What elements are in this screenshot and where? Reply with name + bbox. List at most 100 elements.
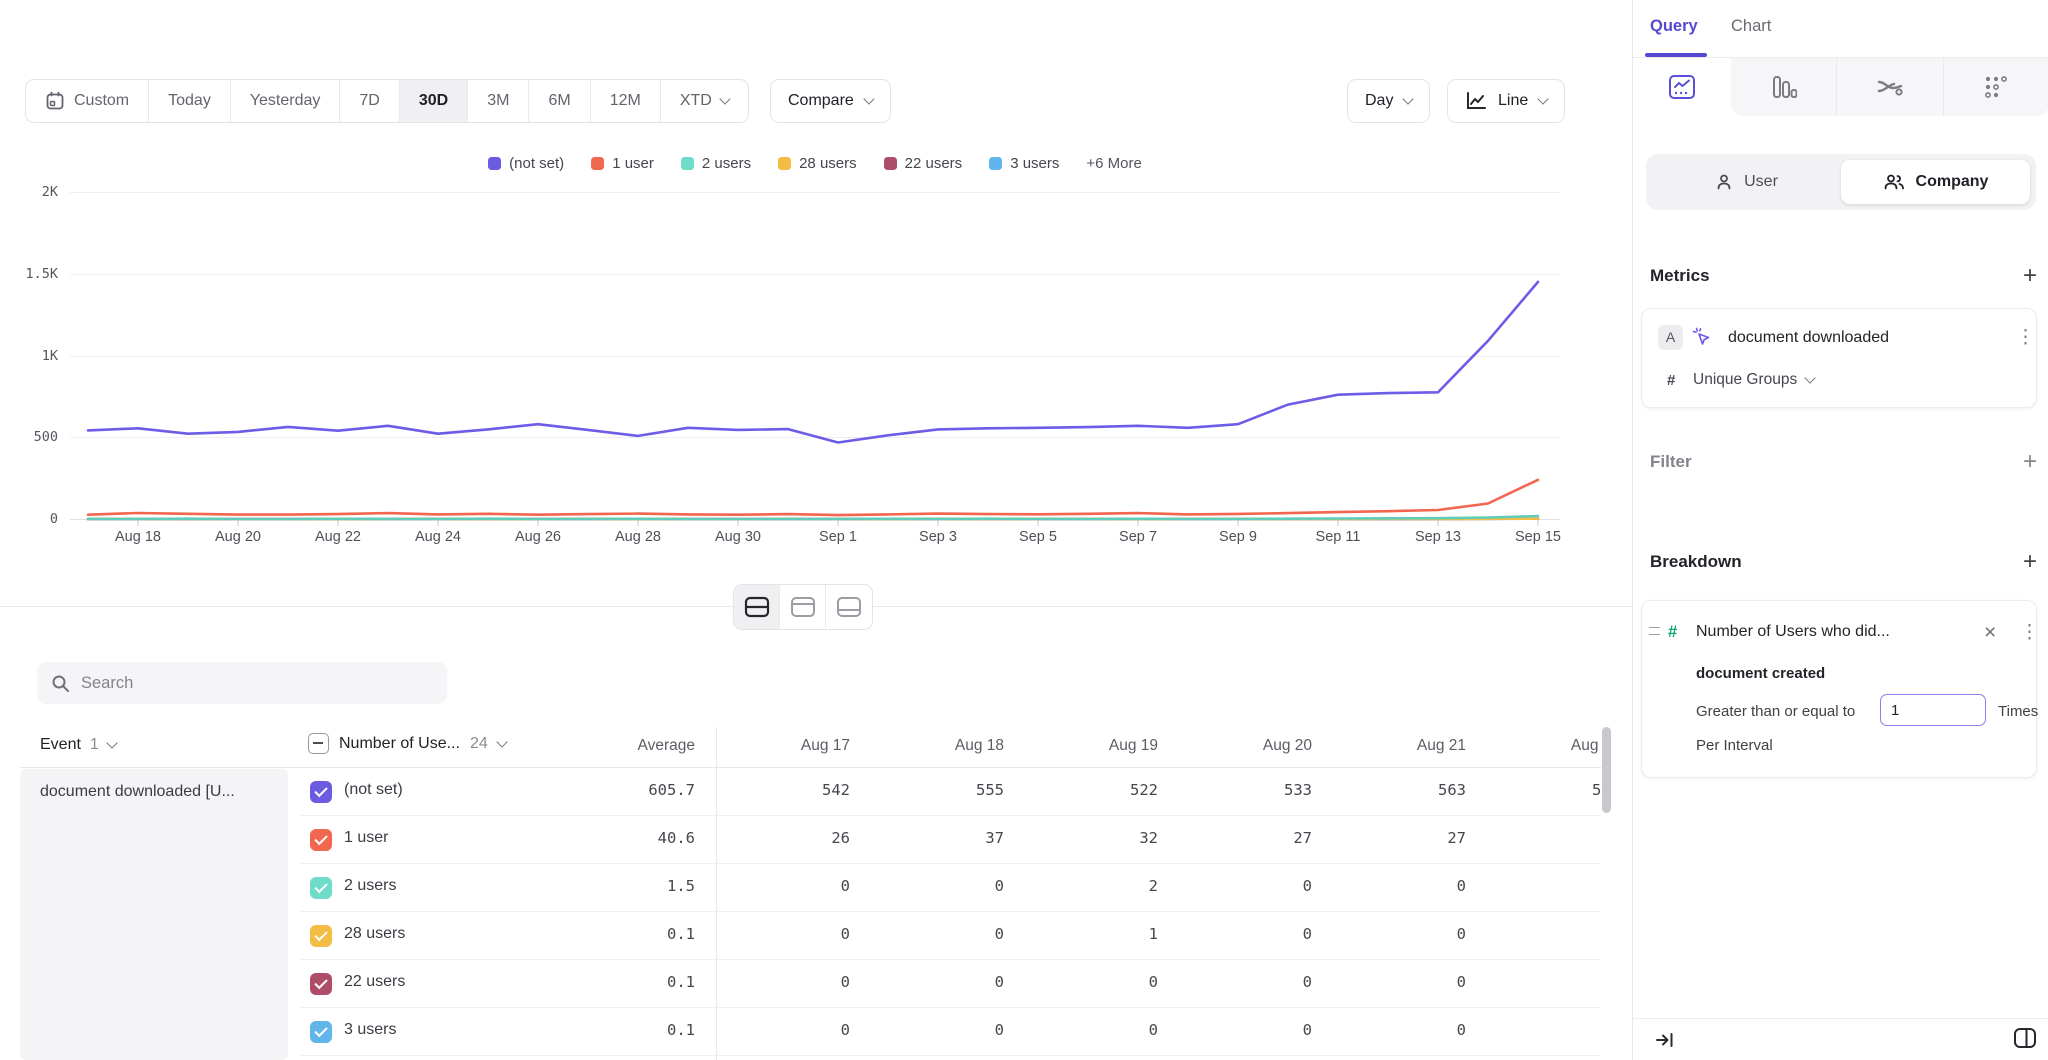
series-checkbox[interactable] (310, 829, 332, 851)
chart-type-line-button[interactable] (1633, 58, 1731, 116)
drag-handle-icon[interactable] (1649, 627, 1660, 635)
add-filter-icon[interactable] (2019, 448, 2041, 476)
y-axis-tick-label: 500 (6, 429, 58, 445)
table-scrollbar[interactable] (1602, 727, 1611, 813)
date-range-30d[interactable]: 30D (400, 80, 468, 122)
measure-dropdown[interactable]: Unique Groups (1693, 371, 1814, 389)
breakdown-title[interactable]: Number of Users who did... (1696, 623, 1890, 641)
legend-item[interactable]: 3 users (989, 155, 1059, 172)
close-icon[interactable] (1984, 622, 1996, 643)
date-range-3m[interactable]: 3M (468, 80, 529, 122)
chart-only-view-button[interactable] (780, 585, 826, 629)
breakdown-section-title: Breakdown (1650, 552, 1742, 572)
chart-type-dropdown[interactable]: Line (1447, 79, 1565, 123)
data-value: 0 (1490, 973, 1601, 991)
y-axis-tick-label: 1.5K (6, 266, 58, 282)
column-header-average: Average (555, 737, 695, 755)
date-range-label: 6M (548, 92, 570, 110)
data-value: 0 (1182, 973, 1312, 991)
interval-dropdown[interactable]: Day (1347, 79, 1430, 123)
series-checkbox[interactable] (310, 877, 332, 899)
tab-chart[interactable]: Chart (1731, 17, 1771, 36)
flow-chart-icon (1876, 75, 1904, 99)
data-value: 0 (1336, 973, 1466, 991)
panel-layout-button[interactable] (2013, 1027, 2037, 1054)
legend-more[interactable]: +6 More (1086, 155, 1141, 172)
active-tab-underline (1645, 53, 1707, 57)
condition-label: Greater than or equal to (1696, 703, 1855, 720)
series-checkbox[interactable] (310, 925, 332, 947)
date-range-6m[interactable]: 6M (529, 80, 590, 122)
collapse-panel-button[interactable] (1655, 1030, 1675, 1055)
split-view-button[interactable] (734, 585, 780, 629)
divider (1633, 1018, 2048, 1019)
scope-company-label: Company (1916, 173, 1989, 191)
y-axis-tick-label: 1K (6, 348, 58, 364)
split-panel-icon (2013, 1027, 2037, 1049)
legend-item[interactable]: 22 users (884, 155, 963, 172)
date-range-today[interactable]: Today (149, 80, 231, 122)
search-input[interactable] (81, 674, 421, 693)
data-value: 563 (1336, 781, 1466, 799)
data-value: 0 (1182, 1021, 1312, 1039)
date-range-yesterday[interactable]: Yesterday (231, 80, 341, 122)
x-axis-tick-label: Sep 13 (1393, 529, 1483, 545)
date-range-label: 3M (487, 92, 509, 110)
add-metric-icon[interactable] (2019, 262, 2041, 290)
breakdown-event-name[interactable]: document created (1696, 665, 1825, 682)
condition-value-input[interactable] (1880, 694, 1986, 726)
table-row: 3 users0.1000000 (300, 1008, 1601, 1056)
chart-type-scatter-button[interactable] (1943, 58, 2048, 116)
metric-event-name[interactable]: document downloaded (1728, 329, 1889, 347)
compare-button[interactable]: Compare (770, 79, 891, 123)
event-column-header[interactable]: Event 1 (40, 736, 116, 754)
series-checkbox[interactable] (310, 973, 332, 995)
average-value: 40.6 (565, 829, 695, 847)
x-axis-tick-label: Aug 22 (293, 529, 383, 545)
breakdown-options-icon[interactable] (2020, 623, 2039, 642)
data-value: 26 (720, 829, 850, 847)
line-chart-icon (1465, 91, 1487, 111)
legend-item[interactable]: 28 users (778, 155, 857, 172)
legend-swatch (778, 157, 791, 170)
scatter-grid-icon (1983, 74, 2009, 100)
chart-type-flow-button[interactable] (1836, 58, 1942, 116)
autotrack-spark-icon (1692, 327, 1714, 349)
date-range-custom[interactable]: Custom (26, 80, 149, 122)
data-value: 27 (1336, 829, 1466, 847)
scope-user-option[interactable]: User (1652, 160, 1841, 204)
table-row: 22 users0.1000000 (300, 960, 1601, 1008)
scope-toggle: User Company (1646, 154, 2036, 210)
top-panel-view-icon (790, 596, 816, 618)
x-axis-tick-label: Sep 7 (1093, 529, 1183, 545)
event-header-label: Event (40, 736, 81, 754)
interval-label: Day (1365, 92, 1393, 110)
add-breakdown-icon[interactable] (2019, 548, 2041, 576)
legend-item[interactable]: 2 users (681, 155, 751, 172)
table-only-view-button[interactable] (826, 585, 872, 629)
metric-options-icon[interactable] (2016, 328, 2035, 347)
date-range-12m[interactable]: 12M (591, 80, 661, 122)
legend-item[interactable]: (not set) (488, 155, 564, 172)
x-axis-tick-label: Aug 24 (393, 529, 483, 545)
series-column-header[interactable]: Number of Use... 24 (308, 733, 506, 754)
date-range-xtd[interactable]: XTD (661, 80, 748, 122)
date-range-label: 30D (419, 92, 448, 110)
series-checkbox[interactable] (310, 1021, 332, 1043)
legend-item[interactable]: 1 user (591, 155, 654, 172)
tab-query[interactable]: Query (1650, 17, 1698, 36)
scope-company-option[interactable]: Company (1841, 160, 2030, 204)
select-all-checkbox[interactable] (308, 733, 329, 754)
measure-hash-prefix: # (1667, 372, 1675, 389)
series-checkbox[interactable] (310, 781, 332, 803)
chart-type-bar-button[interactable] (1731, 58, 1836, 116)
chevron-down-icon (1805, 372, 1816, 383)
chevron-down-icon (1403, 93, 1414, 104)
company-icon (1883, 173, 1905, 191)
event-count: 1 (90, 736, 99, 754)
chart-series-svg (88, 192, 1538, 532)
data-value: 0 (874, 877, 1004, 895)
data-value: 0 (1182, 877, 1312, 895)
date-range-7d[interactable]: 7D (340, 80, 399, 122)
x-axis-tick-label: Sep 1 (793, 529, 883, 545)
